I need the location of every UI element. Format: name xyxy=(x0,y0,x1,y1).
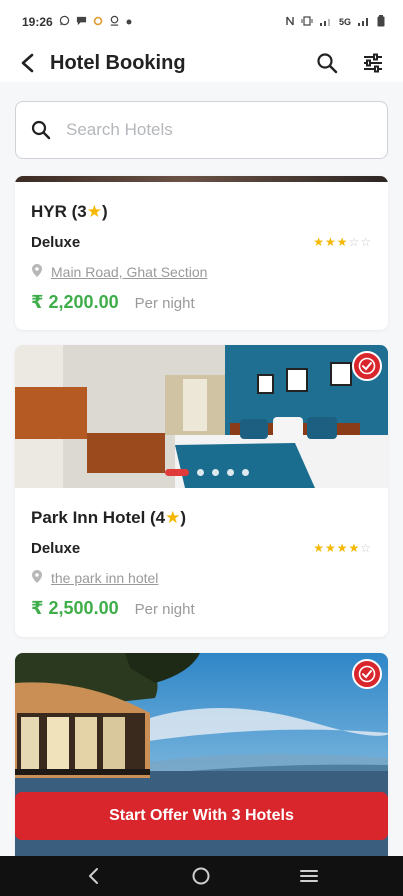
hotel-location[interactable]: Main Road, Ghat Section xyxy=(31,263,207,281)
room-type: Deluxe xyxy=(31,540,81,557)
per-night-label: Per night xyxy=(134,601,195,618)
star-icon: ★ xyxy=(165,508,181,527)
status-left: 19:26 xyxy=(22,15,132,29)
hotel-card-body: Park Inn Hotel (4★) Deluxe ★★★★☆ the par… xyxy=(15,488,388,637)
price-row: ₹ 2,200.00 Per night xyxy=(31,292,195,313)
hotel-card[interactable]: HYR (3★) Deluxe ★★★☆☆ Main Road, Ghat Se… xyxy=(15,176,388,330)
hotel-image[interactable] xyxy=(15,345,388,488)
star-rating: ★★★★☆ xyxy=(313,541,372,555)
filter-icon[interactable] xyxy=(359,49,387,77)
more-notifications-dot-icon xyxy=(126,17,132,28)
selected-check-icon[interactable] xyxy=(352,351,382,381)
star-filled-icon: ★★★ xyxy=(313,235,349,249)
status-right: 5G xyxy=(285,14,385,30)
carousel-dot-active[interactable] xyxy=(165,469,189,476)
location-link[interactable]: Main Road, Ghat Section xyxy=(51,264,207,280)
selected-check-icon[interactable] xyxy=(352,659,382,689)
star-empty-icon: ☆☆ xyxy=(348,235,372,249)
nav-home-icon[interactable] xyxy=(186,861,216,891)
nav-recents-icon[interactable] xyxy=(294,861,324,891)
star-rating: ★★★☆☆ xyxy=(313,235,372,249)
location-pin-icon xyxy=(31,263,43,281)
price: ₹ 2,500.00 xyxy=(31,598,119,618)
price: ₹ 2,200.00 xyxy=(31,292,119,312)
hotel-name: HYR (3★) xyxy=(31,202,108,222)
signal-icon-2 xyxy=(357,16,371,29)
chat-icon xyxy=(76,15,87,29)
status-bar: 19:26 5G xyxy=(0,0,403,44)
battery-icon xyxy=(377,14,385,30)
start-offer-button[interactable]: Start Offer With 3 Hotels xyxy=(15,792,388,840)
nav-back-icon[interactable] xyxy=(79,861,109,891)
search-input[interactable] xyxy=(66,120,373,140)
star-icon: ★ xyxy=(86,202,102,221)
per-night-label: Per night xyxy=(134,295,195,312)
nfc-icon xyxy=(285,16,295,29)
app-notification-icon-2 xyxy=(109,15,120,29)
page-title: Hotel Booking xyxy=(50,51,186,74)
hotel-name-close-paren: ) xyxy=(101,202,108,221)
app-bar: Hotel Booking xyxy=(0,44,403,82)
hotel-card-body: HYR (3★) Deluxe ★★★☆☆ Main Road, Ghat Se… xyxy=(15,182,388,330)
app-notification-icon xyxy=(93,16,103,29)
search-icon[interactable] xyxy=(313,49,341,77)
whatsapp-icon xyxy=(59,15,70,29)
carousel-dot[interactable] xyxy=(212,469,219,476)
status-time: 19:26 xyxy=(22,15,53,29)
room-type: Deluxe xyxy=(31,234,81,251)
hotel-name-text: Park Inn Hotel (4 xyxy=(31,508,166,527)
hotel-name: Park Inn Hotel (4★) xyxy=(31,508,186,528)
hotel-name-text: HYR (3 xyxy=(31,202,87,221)
carousel-dot[interactable] xyxy=(197,469,204,476)
back-arrow-icon[interactable] xyxy=(16,51,40,75)
hotel-name-close-paren: ) xyxy=(180,508,187,527)
image-carousel-indicator[interactable] xyxy=(165,469,249,476)
carousel-dot[interactable] xyxy=(242,469,249,476)
hotel-card[interactable]: Park Inn Hotel (4★) Deluxe ★★★★☆ the par… xyxy=(15,345,388,637)
carousel-dot[interactable] xyxy=(227,469,234,476)
star-empty-icon: ☆ xyxy=(360,541,372,555)
price-row: ₹ 2,500.00 Per night xyxy=(31,598,195,619)
search-field-icon xyxy=(30,119,52,141)
signal-icon-1 xyxy=(319,16,333,29)
search-box[interactable] xyxy=(15,101,388,159)
hotel-location[interactable]: the park inn hotel xyxy=(31,569,158,587)
network-type-label: 5G xyxy=(338,17,351,27)
location-link[interactable]: the park inn hotel xyxy=(51,570,158,586)
location-pin-icon xyxy=(31,569,43,587)
hotel-room-photo xyxy=(15,345,388,488)
system-navigation-bar xyxy=(0,856,403,896)
vibrate-icon xyxy=(301,15,313,29)
hotel-list-content: HYR (3★) Deluxe ★★★☆☆ Main Road, Ghat Se… xyxy=(0,82,403,858)
star-filled-icon: ★★★★ xyxy=(313,541,361,555)
